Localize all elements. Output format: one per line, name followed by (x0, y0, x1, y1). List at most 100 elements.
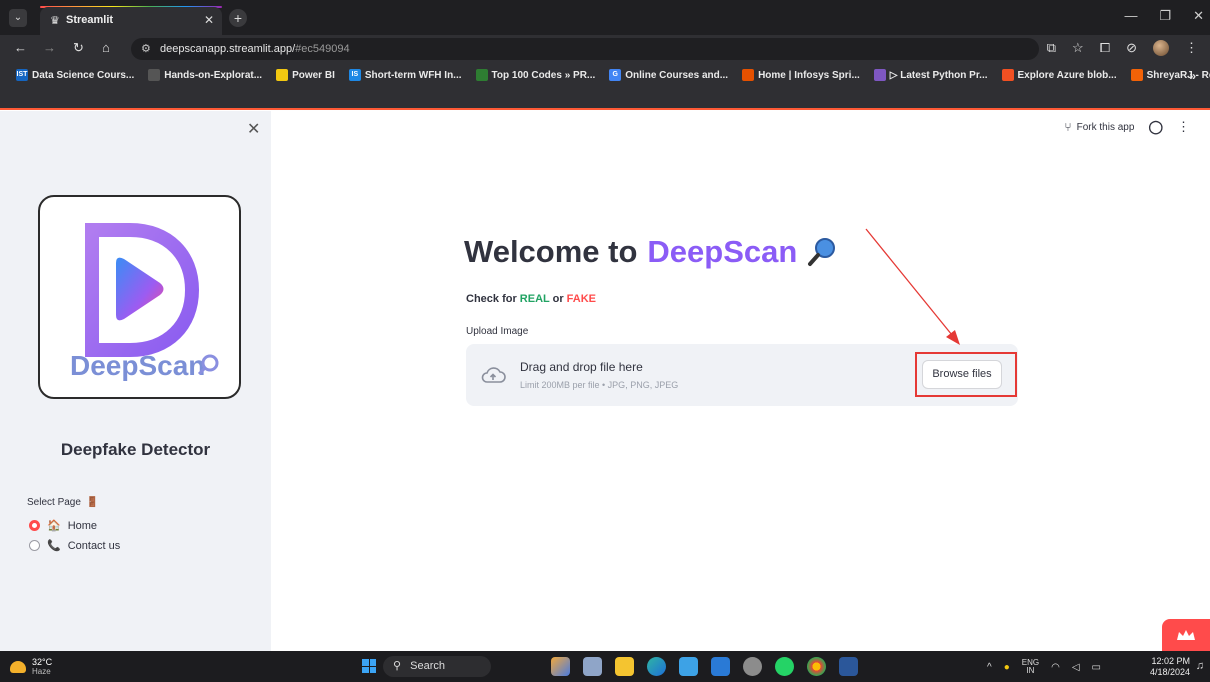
forward-icon[interactable]: → (43, 40, 56, 55)
check-prefix: Check for (466, 293, 520, 305)
site-info-icon[interactable]: ⚙ (141, 42, 151, 55)
select-page-label: Select Page 🚪 (27, 497, 98, 508)
edge-icon[interactable] (647, 657, 666, 676)
bookmark-label: Online Courses and... (625, 69, 729, 81)
bookmark-label: Power BI (292, 69, 335, 81)
fork-app-button[interactable]: ⑂ Fork this app (1064, 120, 1134, 134)
radio-contact-label: Contact us (67, 539, 121, 552)
bookmarks-list: IST Data Science Cours... Hands-on-Explora… (16, 69, 1210, 81)
bookmark-favicon-icon (742, 69, 755, 81)
bookmark-favicon-icon: G (609, 69, 622, 81)
taskbar-search[interactable]: ⚲ Search (383, 656, 491, 677)
fork-icon: ⑂ (1064, 120, 1072, 134)
word-icon[interactable] (839, 657, 858, 676)
browser-toolbar-right: ⧉ ☆ ⧠ ⊘ ⋮ (1047, 40, 1198, 56)
bookmark-label: Top 100 Codes » PR... (491, 69, 596, 81)
dropzone-limit: Limit 200MB per file • JPG, PNG, JPEG (520, 380, 679, 390)
browser-tab-bar: ⌄ ♛ Streamlit ✕ + — ❐ ✕ (0, 0, 1210, 35)
bookmark-item[interactable]: Hands-on-Explorat... (148, 69, 262, 81)
bookmark-star-icon[interactable]: ☆ (1072, 40, 1084, 56)
browser-tab[interactable]: ♛ Streamlit ✕ (40, 7, 222, 35)
home-icon[interactable]: ⌂ (102, 40, 110, 55)
app-menu-icon[interactable]: ⋮ (1177, 119, 1190, 135)
downloads-icon[interactable]: ⊘ (1126, 40, 1137, 56)
main-content: ⑂ Fork this app ◯ ⋮ Welcome to DeepScan … (271, 111, 1210, 651)
crown-icon (1177, 630, 1195, 640)
brand-text: DeepScan (647, 234, 798, 269)
bookmark-label: Home | Infosys Spri... (758, 69, 860, 81)
whatsapp-icon[interactable] (775, 657, 794, 676)
wifi-icon[interactable]: ◠ (1051, 662, 1060, 673)
bookmarks-bar: IST Data Science Cours... Hands-on-Explora… (0, 63, 1210, 110)
bookmark-favicon-icon (276, 69, 289, 81)
real-label: REAL (519, 293, 550, 305)
restore-icon[interactable]: ❐ (1159, 8, 1171, 24)
logo-wordmark: DeepScan (70, 350, 205, 381)
bookmark-item[interactable]: IS Short-term WFH In... (348, 69, 462, 81)
deepscan-logo: DeepScan (38, 195, 241, 399)
tab-close-icon[interactable]: ✕ (204, 13, 214, 27)
upload-label: Upload Image (466, 326, 529, 337)
fake-label: FAKE (566, 293, 597, 305)
streamlit-badge[interactable] (1162, 619, 1210, 651)
dropzone-title: Drag and drop file here (520, 360, 643, 374)
bookmark-item[interactable]: Top 100 Codes » PR... (475, 69, 596, 81)
bookmark-favicon-icon (1001, 69, 1014, 81)
bookmark-item[interactable]: Explore Azure blob... (1001, 69, 1117, 81)
install-app-icon[interactable]: ⧉ (1047, 40, 1056, 56)
tab-search-icon[interactable]: ⌄ (9, 9, 27, 27)
task-view-icon[interactable] (583, 657, 602, 676)
url-bar[interactable]: ⚙ deepscanapp.streamlit.app/#ec549094 (131, 38, 1039, 60)
bookmark-favicon-icon (1130, 69, 1143, 81)
lang-bottom: IN (1026, 666, 1035, 675)
battery-icon[interactable]: ▭ (1092, 662, 1101, 673)
sidebar-title: Deepfake Detector (60, 440, 211, 459)
close-window-icon[interactable]: ✕ (1193, 8, 1204, 24)
extensions-icon[interactable]: ⧠ (1100, 40, 1110, 56)
bookmark-item[interactable]: Power BI (276, 69, 335, 81)
sidebar-close-icon[interactable]: ✕ (247, 119, 260, 139)
clock-date: 4/18/2024 (1149, 667, 1190, 677)
notification-bell-icon[interactable]: ♫ (1196, 660, 1204, 672)
reload-icon[interactable]: ↻ (73, 40, 84, 56)
radio-home-indicator[interactable] (29, 520, 40, 531)
volume-icon[interactable]: ◁ (1072, 662, 1080, 673)
taskbar-clock[interactable]: 12:02 PM 4/18/2024 (1150, 656, 1190, 678)
bookmark-item[interactable]: Home | Infosys Spri... (742, 69, 860, 81)
mywebapp-icon[interactable] (679, 657, 698, 676)
bookmark-item[interactable]: ShreyaRJ - Replit (1130, 69, 1210, 81)
language-indicator[interactable]: ENG IN (1022, 659, 1039, 675)
radio-home[interactable]: 🏠 Home (29, 519, 97, 532)
back-icon[interactable]: ← (14, 40, 27, 55)
profile-avatar[interactable] (1153, 40, 1169, 56)
settings-icon[interactable] (743, 657, 762, 676)
bookmark-label: Explore Azure blob... (1017, 69, 1117, 81)
radio-contact-indicator[interactable] (29, 540, 40, 551)
bookmark-favicon-icon (475, 69, 488, 81)
chrome-icon[interactable] (807, 657, 826, 676)
minimize-icon[interactable]: — (1124, 8, 1137, 24)
radio-contact[interactable]: 📞 Contact us (29, 539, 120, 552)
store-icon[interactable] (711, 657, 730, 676)
or-label: or (549, 293, 567, 305)
tray-overflow-icon[interactable]: ^ (987, 662, 992, 673)
radio-home-label: Home (67, 519, 98, 532)
bookmark-item[interactable]: G Online Courses and... (609, 69, 728, 81)
new-tab-button[interactable]: + (229, 9, 247, 27)
weather-widget[interactable]: 32°C Haze (10, 657, 52, 676)
browser-menu-icon[interactable]: ⋮ (1185, 40, 1198, 56)
bookmark-item[interactable]: ▷ Latest Python Pr... (873, 69, 988, 81)
door-icon: 🚪 (85, 497, 99, 508)
github-icon[interactable]: ◯ (1148, 119, 1163, 135)
start-windows-icon[interactable] (362, 659, 376, 673)
more-bookmarks-icon[interactable]: » (1189, 69, 1196, 83)
weather-temp: 32°C (32, 657, 53, 667)
tray-app-icon[interactable]: ● (1004, 662, 1010, 673)
search-icon: ⚲ (393, 660, 402, 672)
weather-haze-icon (10, 660, 26, 673)
system-tray: ^ ● ENG IN ◠ ◁ ▭ (987, 659, 1101, 675)
copilot-icon[interactable] (551, 657, 570, 676)
bookmark-item[interactable]: IST Data Science Cours... (16, 69, 134, 81)
file-explorer-icon[interactable] (615, 657, 634, 676)
address-bar-row: ← → ↻ ⌂ ⚙ deepscanapp.streamlit.app/#ec5… (0, 35, 1210, 63)
